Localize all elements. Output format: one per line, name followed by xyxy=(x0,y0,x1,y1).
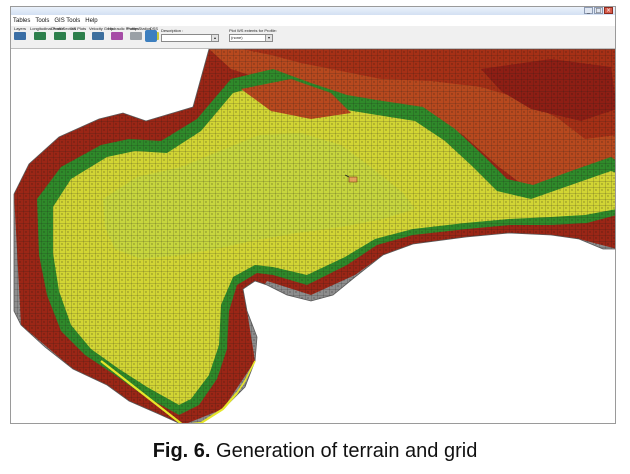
toolbar-button-longitudinal-profile[interactable]: Longitudinal Profile xyxy=(30,26,65,47)
maximize-button[interactable]: □ xyxy=(594,7,603,14)
toolbar-button-layers[interactable]: Layers xyxy=(11,27,29,47)
close-button[interactable]: × xyxy=(604,7,613,14)
figure-caption-text: Generation of terrain and grid xyxy=(210,440,478,462)
terrain-map[interactable] xyxy=(11,49,616,424)
pump-icon xyxy=(130,32,142,40)
spinner-icon[interactable]: ▴ xyxy=(211,35,218,41)
title-bar: _ □ × xyxy=(11,7,615,15)
layers-icon xyxy=(14,32,26,40)
menu-bar: Tables Tools GIS Tools Help xyxy=(11,16,98,26)
chevron-down-icon[interactable]: ▾ xyxy=(265,35,272,41)
profile-icon xyxy=(34,32,46,40)
menu-tools[interactable]: Tools xyxy=(35,16,49,26)
window-controls: _ □ × xyxy=(584,7,613,15)
globe-icon[interactable] xyxy=(145,30,157,42)
button-label: Hydraulic Profiles xyxy=(108,26,140,31)
terrain-grid-canvas[interactable] xyxy=(11,49,616,424)
menu-gis-tools[interactable]: GIS Tools xyxy=(54,16,80,26)
button-label: Cross Section xyxy=(51,26,76,31)
button-label: Velocity Grids xyxy=(89,26,114,31)
cross-section-icon xyxy=(54,32,66,40)
plot-profile-select[interactable]: (none) ▾ xyxy=(229,34,273,42)
plot-profile-value: (none) xyxy=(231,35,243,40)
button-label: Layers xyxy=(13,26,26,31)
toolbar-button-xs-plots[interactable]: XS Plots xyxy=(70,27,87,47)
ras-mapper-window: _ □ × Tables Tools GIS Tools Help Layers… xyxy=(10,6,616,424)
xs-plot-icon xyxy=(72,32,85,40)
button-label: Longitudinal Profile xyxy=(30,26,65,31)
toolbar-button-hydraulic-profiles[interactable]: Hydraulic Profiles xyxy=(108,26,140,47)
terrain-surface xyxy=(14,49,615,423)
grid-icon xyxy=(92,32,104,40)
figure-caption: Fig. 6. Generation of terrain and grid xyxy=(0,440,630,463)
menu-help[interactable]: Help xyxy=(85,16,97,26)
plot-extents-label: Plot WS extents for Profile: xyxy=(229,28,277,33)
toolbar-button-pump-station[interactable]: Pump Station xyxy=(127,26,152,47)
hydraulic-profile-icon xyxy=(111,32,123,40)
description-field[interactable]: ▴ xyxy=(161,34,219,42)
toolbar-button-cross-section[interactable]: Cross Section xyxy=(51,26,76,47)
button-label: XS Plots xyxy=(70,26,87,31)
toolbar-button-velocity-grids[interactable]: Velocity Grids xyxy=(89,26,114,47)
description-label: Description : xyxy=(161,28,184,33)
minimize-button[interactable]: _ xyxy=(584,7,593,14)
button-label: Pump Station xyxy=(127,26,152,31)
toolbar: Layers Longitudinal Profile Cross Sectio… xyxy=(11,26,615,49)
figure-number: Fig. 6. xyxy=(152,440,211,462)
menu-tables[interactable]: Tables xyxy=(13,16,30,26)
